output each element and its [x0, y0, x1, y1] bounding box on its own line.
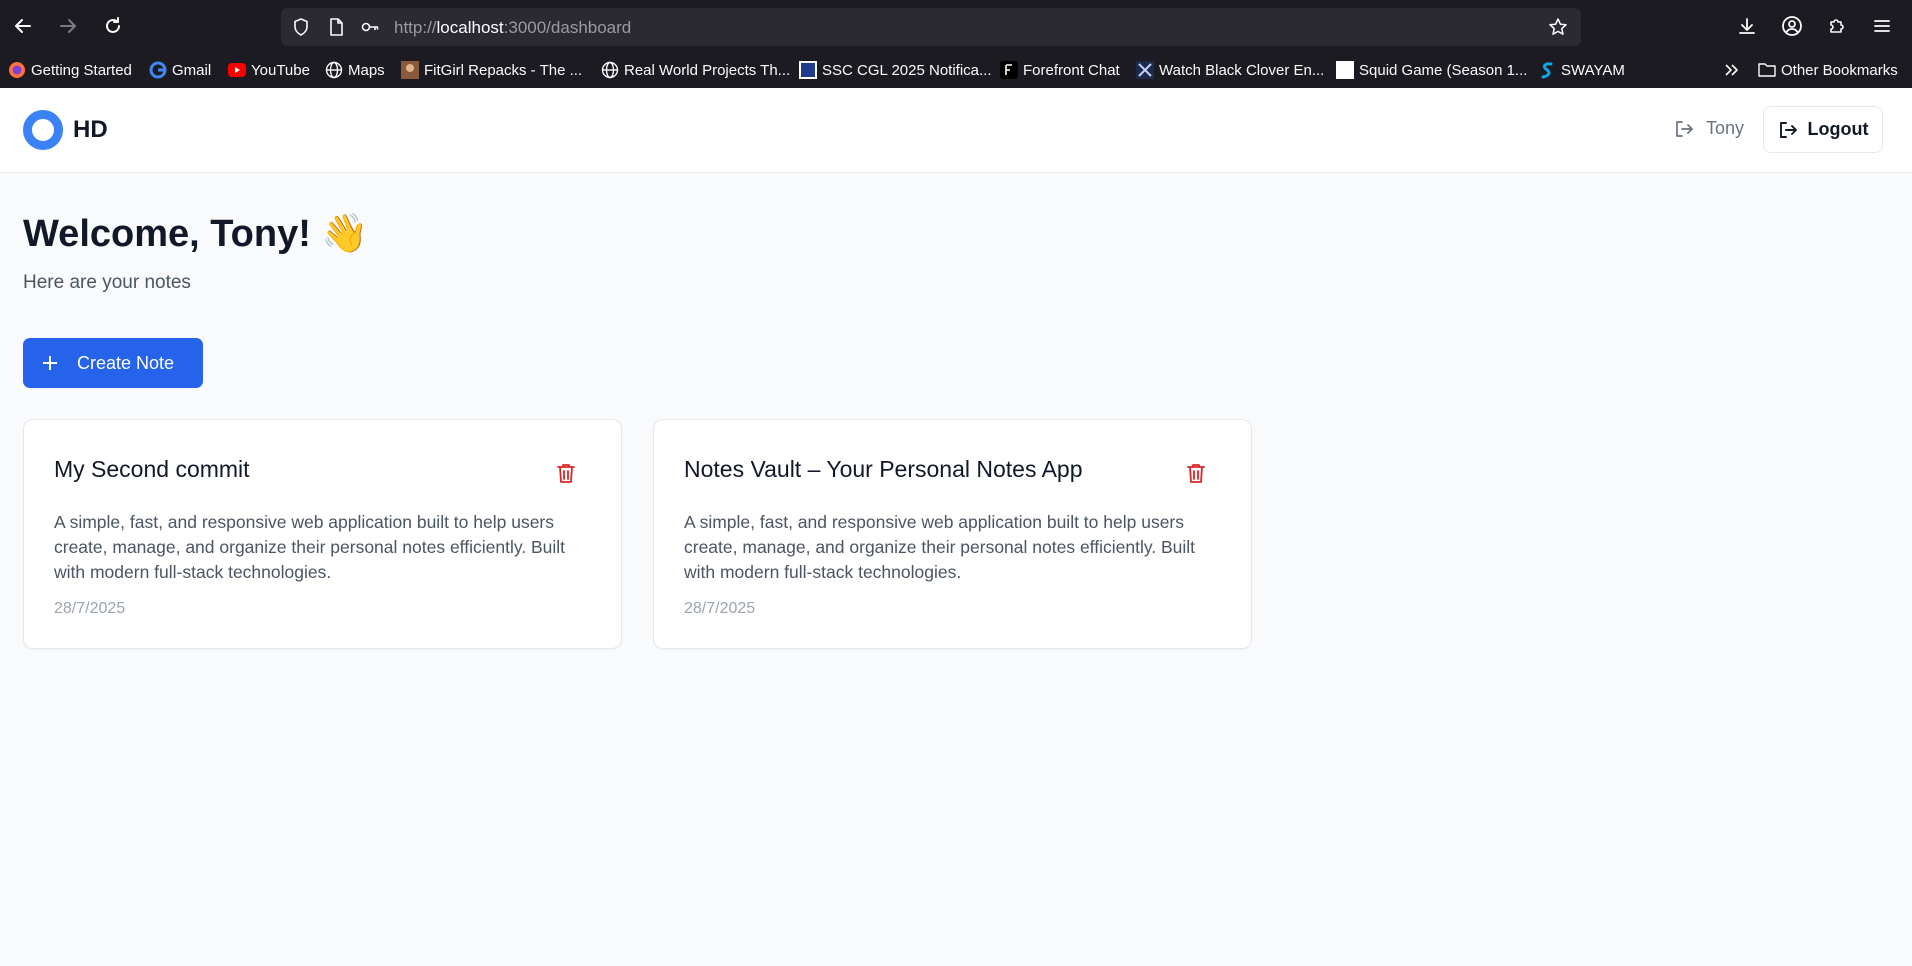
globe-icon — [325, 61, 343, 79]
bookmark-label: Getting Started — [31, 61, 132, 79]
folder-icon — [1758, 61, 1776, 79]
back-button[interactable] — [9, 12, 37, 40]
note-title: My Second commit — [54, 456, 250, 482]
extensions-button[interactable] — [1823, 12, 1851, 40]
double-chevron-icon — [1725, 64, 1738, 76]
note-date: 28/7/2025 — [684, 600, 756, 617]
trash-icon[interactable] — [555, 462, 577, 484]
fitgirl-icon — [401, 61, 419, 79]
bookmark-label: Forefront Chat — [1023, 61, 1120, 79]
app-header: HD Tony Logout — [0, 88, 1912, 173]
browser-toolbar: http://localhost:3000/dashboard — [0, 0, 1912, 52]
download-icon — [1739, 18, 1755, 34]
account-icon — [1782, 16, 1802, 36]
note-body: A simple, fast, and responsive web appli… — [684, 512, 1196, 582]
plus-icon — [43, 356, 57, 370]
logout-icon — [1779, 121, 1797, 138]
reload-icon — [106, 17, 120, 33]
shield-icon[interactable] — [291, 17, 311, 37]
forward-button[interactable] — [54, 12, 82, 40]
bookmark-forefront-chat[interactable]: Forefront Chat — [1000, 58, 1120, 82]
bookmark-label: YouTube — [251, 61, 310, 79]
account-button[interactable] — [1778, 12, 1806, 40]
bookmark-label: Squid Game (Season 1... — [1359, 61, 1528, 79]
bookmark-swayam[interactable]: SWAYAM — [1538, 58, 1625, 82]
logo-icon — [23, 110, 63, 150]
sign-in-icon — [1676, 120, 1693, 137]
bookmark-label: Gmail — [172, 61, 212, 79]
bookmark-label: SSC CGL 2025 Notifica... — [822, 61, 992, 79]
logout-button[interactable]: Logout — [1763, 106, 1883, 153]
globe-icon — [601, 61, 619, 79]
bookmark-maps[interactable]: Maps — [325, 58, 385, 82]
bookmark-fitgirl[interactable]: FitGirl Repacks - The ... — [401, 58, 582, 82]
page-subtitle: Here are your notes — [23, 272, 191, 293]
note-date: 28/7/2025 — [54, 600, 126, 617]
page-info-icon[interactable] — [326, 17, 346, 37]
create-note-label: Create Note — [77, 352, 175, 373]
note-title: Notes Vault – Your Personal Notes App — [684, 456, 1083, 482]
anime-icon — [1136, 61, 1154, 79]
bookmark-real-world-projects[interactable]: Real World Projects Th... — [601, 58, 790, 82]
youtube-icon — [228, 61, 246, 79]
other-bookmarks[interactable]: Other Bookmarks — [1758, 58, 1898, 82]
menu-button[interactable] — [1868, 12, 1896, 40]
downloads-button[interactable] — [1733, 12, 1761, 40]
trash-icon[interactable] — [1185, 462, 1207, 484]
hamburger-icon — [1874, 20, 1890, 32]
bookmark-label: SWAYAM — [1561, 61, 1625, 79]
url-scheme: http:// — [394, 18, 437, 37]
jr-icon — [799, 61, 817, 79]
note-body: A simple, fast, and responsive web appli… — [54, 512, 566, 582]
back-arrow-icon — [15, 19, 31, 33]
bookmark-label: Watch Black Clover En... — [1159, 61, 1325, 79]
bookmark-getting-started[interactable]: Getting Started — [8, 58, 132, 82]
welcome-heading: Welcome, Tony! 👋 — [23, 213, 369, 255]
key-icon[interactable] — [360, 17, 380, 37]
more-bookmarks-button[interactable] — [1722, 58, 1740, 82]
create-note-button[interactable]: Create Note — [23, 338, 203, 388]
note-card[interactable]: My Second commit A simple, fast, and res… — [23, 419, 622, 649]
reload-button[interactable] — [99, 12, 127, 40]
swayam-icon — [1538, 61, 1556, 79]
bookmark-ssc-cgl[interactable]: SSC CGL 2025 Notifica... — [799, 58, 992, 82]
google-icon — [149, 61, 167, 79]
bookmark-squid-game[interactable]: Squid Game (Season 1... — [1336, 58, 1527, 82]
bookmarks-bar: Getting Started Gmail YouTube Maps FitGi… — [0, 52, 1912, 88]
bookmark-label: FitGirl Repacks - The ... — [424, 61, 583, 79]
bookmark-black-clover[interactable]: Watch Black Clover En... — [1136, 58, 1324, 82]
user-profile[interactable]: Tony — [1674, 118, 1744, 139]
bookmark-label: Real World Projects Th... — [624, 61, 791, 79]
url-bar[interactable]: http://localhost:3000/dashboard — [281, 8, 1581, 46]
forefront-icon — [1000, 61, 1018, 79]
logout-label: Logout — [1807, 119, 1869, 139]
logo-text: HD — [73, 116, 108, 143]
other-bookmarks-label: Other Bookmarks — [1781, 61, 1898, 79]
url-text[interactable]: http://localhost:3000/dashboard — [394, 18, 631, 38]
note-card[interactable]: Notes Vault – Your Personal Notes App A … — [653, 419, 1252, 649]
user-name: Tony — [1706, 118, 1745, 138]
firefox-icon — [8, 61, 26, 79]
blank-page-icon — [1336, 61, 1354, 79]
bookmark-label: Maps — [348, 61, 385, 79]
url-host: localhost — [436, 18, 504, 37]
bookmark-gmail[interactable]: Gmail — [149, 58, 211, 82]
url-path: :3000/dashboard — [503, 18, 632, 37]
bookmark-youtube[interactable]: YouTube — [228, 58, 310, 82]
puzzle-icon — [1830, 19, 1844, 33]
star-icon[interactable] — [1548, 17, 1568, 37]
forward-arrow-icon — [60, 19, 76, 33]
